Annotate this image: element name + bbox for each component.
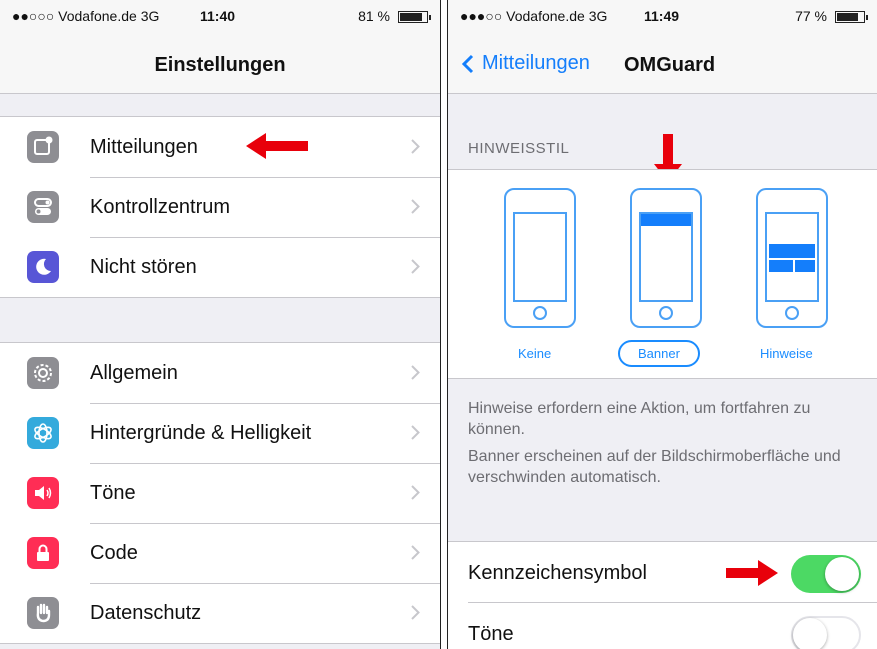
speaker-icon [27,477,59,509]
settings-screen: ●●○○○ Vodafone.de 3G 11:40 81 % Einstell… [0,0,441,649]
settings-row-label: Töne [468,623,514,645]
settings-item-label: Nicht stören [90,255,197,278]
settings-item-label: Datenschutz [90,601,202,624]
settings-group-1: Mitteilungen Kontrollzentrum Nicht störe… [0,116,440,298]
status-bar: ●●●○○ Vodafone.de 3G 11:49 77 % [448,0,877,30]
settings-item-label: Hintergründe & Helligkeit [90,421,312,444]
sounds-toggle[interactable] [791,616,861,649]
moon-icon [27,251,59,283]
chevron-right-icon [411,605,420,620]
alert-style-picker: Keine Banner Hinweise [448,169,877,379]
carrier-label: ●●●○○ Vodafone.de 3G [460,8,608,24]
settings-item-label: Allgemein [90,361,178,384]
page-title: Einstellungen [154,54,286,76]
settings-item-label: Mitteilungen [90,135,198,158]
nav-bar: Mitteilungen OMGuard [448,30,877,94]
banner-style-footnote: Banner erscheinen auf der Bildschirmober… [468,448,841,486]
back-button[interactable]: Mitteilungen [462,52,590,75]
settings-item-kontrollzentrum[interactable]: Kontrollzentrum [0,177,440,237]
hand-icon [27,597,59,629]
phone-preview-banner [630,188,702,328]
back-button-label: Mitteilungen [482,52,590,74]
settings-item-allgemein[interactable]: Allgemein [0,343,440,403]
gear-icon [27,357,59,389]
carrier-label: ●●○○○ Vodafone.de 3G [12,8,160,24]
alert-style-footnote: Hinweise erfordern eine Aktion, um fortf… [468,400,811,438]
page-title: OMGuard [624,54,716,76]
settings-item-mitteilungen[interactable]: Mitteilungen [0,117,440,177]
chevron-right-icon [411,139,420,154]
settings-item-datenschutz[interactable]: Datenschutz [0,583,440,643]
battery-percent: 77 % [795,8,827,24]
section-header: HINWEISSTIL [468,140,570,157]
settings-item-label: Code [90,541,138,564]
chevron-left-icon [462,54,474,73]
clock: 11:49 [644,8,680,24]
phone-preview-alert [756,188,828,328]
nav-bar: Einstellungen [0,30,440,94]
settings-row-label: Kennzeichensymbol [468,562,647,584]
style-option-banner[interactable]: Banner [618,188,706,368]
chevron-right-icon [411,365,420,380]
chevron-right-icon [411,545,420,560]
settings-row-sounds: Töne [468,602,877,649]
lock-icon [27,537,59,569]
phone-preview-none [504,188,576,328]
wallpaper-icon [27,417,59,449]
app-notification-settings-screen: ●●●○○ Vodafone.de 3G 11:49 77 % Mitteilu… [447,0,877,649]
control-center-icon [27,191,59,223]
settings-item-toene[interactable]: Töne [0,463,440,523]
settings-group-2: Allgemein Hintergründe & Helligkeit Töne… [0,342,440,644]
style-option-label: Hinweise [760,346,813,361]
notifications-icon [27,131,59,163]
settings-item-label: Töne [90,481,136,504]
style-option-label: Keine [518,346,552,361]
settings-item-label: Kontrollzentrum [90,195,231,218]
red-arrow-right-icon [726,560,778,586]
battery-percent: 81 % [358,8,390,24]
settings-row-badge: Kennzeichensymbol [448,542,877,602]
clock: 11:40 [200,8,236,24]
battery-icon [835,11,868,23]
style-option-keine[interactable]: Keine [500,188,580,368]
settings-item-code[interactable]: Code [0,523,440,583]
badge-toggle[interactable] [791,555,861,593]
battery-icon [398,11,431,23]
red-arrow-left-icon [246,133,308,159]
chevron-right-icon [411,199,420,214]
chevron-right-icon [411,259,420,274]
settings-item-nicht-storen[interactable]: Nicht stören [0,237,440,297]
status-bar: ●●○○○ Vodafone.de 3G 11:40 81 % [0,0,440,30]
chevron-right-icon [411,485,420,500]
style-option-label: Banner [618,340,700,367]
chevron-right-icon [411,425,420,440]
notification-settings-group: Kennzeichensymbol Töne [448,541,877,649]
settings-item-hintergruende[interactable]: Hintergründe & Helligkeit [0,403,440,463]
style-option-hinweise[interactable]: Hinweise [752,188,832,368]
